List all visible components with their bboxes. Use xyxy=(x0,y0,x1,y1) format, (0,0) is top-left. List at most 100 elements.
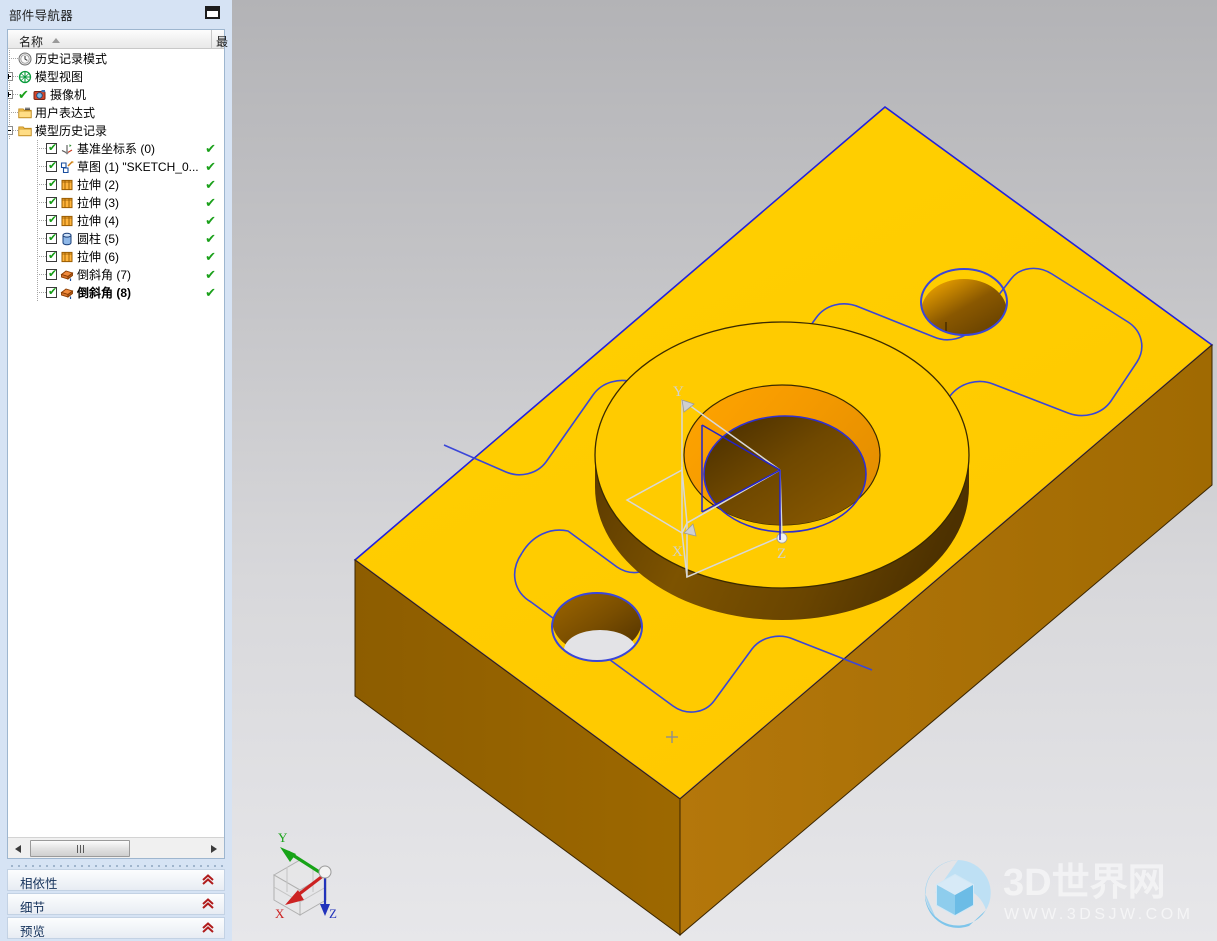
tree-guide-line xyxy=(37,212,38,230)
tree-item-6[interactable]: ✔ 基准坐标系 (0) ✔ xyxy=(8,140,224,158)
triad-label-z: Z xyxy=(329,906,337,921)
expand-icon[interactable] xyxy=(8,72,13,81)
column-header-secondary[interactable]: 最 xyxy=(216,33,228,50)
tree-horizontal-scrollbar[interactable] xyxy=(8,837,224,858)
collapse-icon[interactable] xyxy=(8,126,13,135)
view-orientation-triad[interactable]: Y X Z xyxy=(252,820,372,930)
tree-item-label: 拉伸 (2) xyxy=(77,178,120,192)
tree-guide-line xyxy=(37,140,38,158)
extrude-icon xyxy=(60,214,74,228)
tree-guide-line xyxy=(37,176,38,194)
datum-csys-icon xyxy=(60,142,74,156)
feature-checkbox[interactable]: ✔ xyxy=(46,161,57,172)
tree-item-13[interactable]: ✔ 倒斜角 (7) ✔ xyxy=(8,266,224,284)
tree-guide-line xyxy=(37,166,46,167)
tree-item-9[interactable]: ✔ 拉伸 (3) ✔ xyxy=(8,194,224,212)
feature-checkbox[interactable]: ✔ xyxy=(46,287,57,298)
feature-status-icon: ✔ xyxy=(205,267,216,282)
feature-status-icon: ✔ xyxy=(205,231,216,246)
part-navigator-panel: 部件导航器 名称 最 历史记录模式模型视图 ✔ 摄像机用户表达式模型历史记录 ✔ 基准坐… xyxy=(0,0,232,941)
graphics-view[interactable]: Y X Z Y X Z 3D世界网 WWW.3DSJW.COM xyxy=(232,0,1217,941)
clock-icon xyxy=(18,52,32,66)
collapse-up-icon[interactable] xyxy=(201,873,215,887)
cylinder-icon xyxy=(60,232,74,246)
folder-icon xyxy=(18,124,32,138)
tree-guide-line xyxy=(37,266,38,284)
column-divider[interactable] xyxy=(211,30,212,48)
tree-item-5[interactable]: 模型历史记录 xyxy=(8,122,224,140)
tree-item-1[interactable]: 历史记录模式 xyxy=(8,50,224,68)
collapse-up-icon[interactable] xyxy=(201,897,215,911)
sort-ascending-icon[interactable] xyxy=(52,38,60,43)
sketch-icon xyxy=(60,160,74,174)
panel-splitter[interactable] xyxy=(7,862,225,869)
solid-model-render: Y X Z xyxy=(353,105,1214,937)
section-details[interactable]: 细节 xyxy=(7,893,225,915)
section-dependencies[interactable]: 相依性 xyxy=(7,869,225,891)
section-preview[interactable]: 预览 xyxy=(7,917,225,939)
feature-checkbox[interactable]: ✔ xyxy=(46,179,57,190)
navigator-tree[interactable]: 名称 最 历史记录模式模型视图 ✔ 摄像机用户表达式模型历史记录 ✔ 基准坐标系 (0)… xyxy=(7,29,228,859)
expand-icon[interactable] xyxy=(8,90,13,99)
section-label: 预览 xyxy=(20,925,46,939)
collapse-up-icon[interactable] xyxy=(201,921,215,935)
watermark: 3D世界网 WWW.3DSJW.COM xyxy=(907,853,1207,933)
feature-checkbox[interactable]: ✔ xyxy=(46,251,57,262)
tree-item-11[interactable]: ✔ 圆柱 (5) ✔ xyxy=(8,230,224,248)
feature-status-icon: ✔ xyxy=(205,141,216,156)
tree-guide-line xyxy=(9,50,10,68)
tree-item-label: 模型历史记录 xyxy=(35,124,108,138)
tree-guide-line xyxy=(37,256,46,257)
tree-item-7[interactable]: ✔ 草图 (1) "SKETCH_0... ✔ xyxy=(8,158,224,176)
axis-label-y: Y xyxy=(673,384,684,400)
check-icon: ✔ xyxy=(48,178,58,190)
check-icon: ✔ xyxy=(48,160,58,172)
tree-item-label: 草图 (1) "SKETCH_0... xyxy=(77,160,199,174)
tree-item-10[interactable]: ✔ 拉伸 (4) ✔ xyxy=(8,212,224,230)
check-icon: ✔ xyxy=(48,142,58,154)
tree-item-3[interactable]: ✔ 摄像机 xyxy=(8,86,224,104)
feature-status-icon: ✔ xyxy=(205,195,216,210)
scrollbar-thumb[interactable] xyxy=(30,840,130,857)
tree-guide-line xyxy=(37,284,38,302)
check-icon: ✔ xyxy=(48,196,58,208)
tree-guide-line xyxy=(37,194,38,212)
watermark-logo-icon xyxy=(924,860,991,928)
panel-title-bar: 部件导航器 xyxy=(0,0,232,27)
tree-item-4[interactable]: 用户表达式 xyxy=(8,104,224,122)
feature-checkbox[interactable]: ✔ xyxy=(46,233,57,244)
tree-guide-line xyxy=(9,104,10,122)
check-icon: ✔ xyxy=(48,214,58,226)
feature-checkbox[interactable]: ✔ xyxy=(46,197,57,208)
tree-item-2[interactable]: 模型视图 xyxy=(8,68,224,86)
feature-checkbox[interactable]: ✔ xyxy=(46,269,57,280)
tree-guide-line xyxy=(37,158,38,176)
tree-guide-line xyxy=(37,238,46,239)
arrow-right-icon[interactable] xyxy=(206,841,221,856)
arrow-left-icon[interactable] xyxy=(11,841,26,856)
tree-item-12[interactable]: ✔ 拉伸 (6) ✔ xyxy=(8,248,224,266)
model-view-icon xyxy=(18,70,32,84)
axis-label-x: X xyxy=(672,544,683,560)
triad-label-x: X xyxy=(275,906,285,921)
tree-item-label: 用户表达式 xyxy=(35,106,96,120)
tree-guide-line xyxy=(37,274,46,275)
tree-item-label: 模型视图 xyxy=(35,70,84,84)
tree-item-8[interactable]: ✔ 拉伸 (2) ✔ xyxy=(8,176,224,194)
camera-icon xyxy=(33,88,47,102)
section-label: 细节 xyxy=(20,901,46,915)
feature-checkbox[interactable]: ✔ xyxy=(46,143,57,154)
extrude-icon xyxy=(60,178,74,192)
watermark-url: WWW.3DSJW.COM xyxy=(1004,906,1193,923)
tree-guide-line xyxy=(37,248,38,266)
dock-window-icon[interactable] xyxy=(205,6,220,19)
feature-status-icon: ✔ xyxy=(205,159,216,174)
folder-expr-icon xyxy=(18,106,32,120)
tree-item-label: 圆柱 (5) xyxy=(77,232,120,246)
tree-item-label: 拉伸 (4) xyxy=(77,214,120,228)
suppressed-state-icon[interactable]: ✔ xyxy=(18,86,29,104)
tree-item-14[interactable]: ✔ 倒斜角 (8) ✔ xyxy=(8,284,224,302)
column-header-name[interactable]: 名称 xyxy=(19,33,43,50)
feature-checkbox[interactable]: ✔ xyxy=(46,215,57,226)
check-icon: ✔ xyxy=(48,232,58,244)
